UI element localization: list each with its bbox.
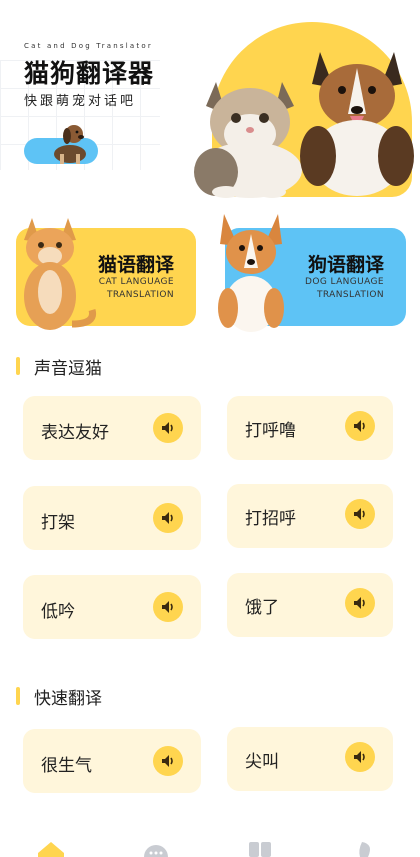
dog-card-title: 狗语翻译 (307, 254, 384, 276)
puppy-illustration (54, 125, 86, 164)
dog-card-subtitle: DOG LANGUAGE TRANSLATION (305, 276, 384, 302)
bottom-tab-bar (0, 832, 420, 857)
sound-label: 饿了 (245, 598, 279, 618)
section-marker (16, 687, 20, 705)
hero-banner: Cat and Dog Translator 猫狗翻译器 快跟萌宠对话吧 (0, 0, 420, 200)
sound-label: 低吟 (41, 602, 75, 622)
sound-tile[interactable]: 打招呼 (227, 484, 393, 548)
speaker-icon[interactable] (345, 588, 375, 618)
dog-card-en-line1: DOG LANGUAGE (305, 277, 384, 287)
chat-icon[interactable] (143, 844, 169, 857)
app-title: 猫狗翻译器 (24, 59, 155, 88)
speaker-icon[interactable] (345, 499, 375, 529)
sound-tile[interactable]: 打架 (23, 486, 201, 550)
quick-label: 尖叫 (245, 752, 279, 772)
sound-label: 打招呼 (245, 509, 296, 529)
cat-card-en-line1: CAT LANGUAGE (98, 277, 174, 287)
cat-card-title: 猫语翻译 (97, 254, 174, 276)
app-tagline: Cat and Dog Translator (24, 42, 153, 50)
quick-tile[interactable]: 尖叫 (227, 727, 393, 791)
sound-label: 表达友好 (41, 423, 109, 443)
cat-card-subtitle: CAT LANGUAGE TRANSLATION (99, 276, 174, 302)
sound-tile[interactable]: 饿了 (227, 573, 393, 637)
speaker-icon[interactable] (153, 413, 183, 443)
section-title: 声音逗猫 (34, 359, 102, 379)
speaker-icon[interactable] (345, 742, 375, 772)
speaker-icon[interactable] (153, 592, 183, 622)
sound-label: 打呼噜 (245, 421, 296, 441)
sound-label: 打架 (41, 513, 75, 533)
sound-tile[interactable]: 低吟 (23, 575, 201, 639)
quick-tile[interactable]: 很生气 (23, 729, 201, 793)
cat-card-en-line2: TRANSLATION (106, 290, 174, 300)
app-subtitle: 快跟萌宠对话吧 (24, 94, 137, 109)
section-marker (16, 357, 20, 375)
cat-hero-illustration (194, 82, 302, 198)
dog-card-en-line2: TRANSLATION (316, 290, 384, 300)
quick-label: 很生气 (41, 756, 92, 776)
speaker-icon[interactable] (345, 411, 375, 441)
sound-tile[interactable]: 打呼噜 (227, 396, 393, 460)
book-icon[interactable] (248, 842, 272, 857)
corgi-illustration (218, 214, 284, 332)
tabby-cat-illustration (24, 218, 97, 330)
profile-icon[interactable] (356, 842, 374, 857)
section-title: 快速翻译 (34, 689, 102, 709)
speaker-icon[interactable] (153, 746, 183, 776)
speaker-icon[interactable] (153, 503, 183, 533)
dog-hero-illustration (300, 52, 414, 196)
sound-tile[interactable]: 表达友好 (23, 396, 201, 460)
home-icon[interactable] (38, 842, 64, 857)
